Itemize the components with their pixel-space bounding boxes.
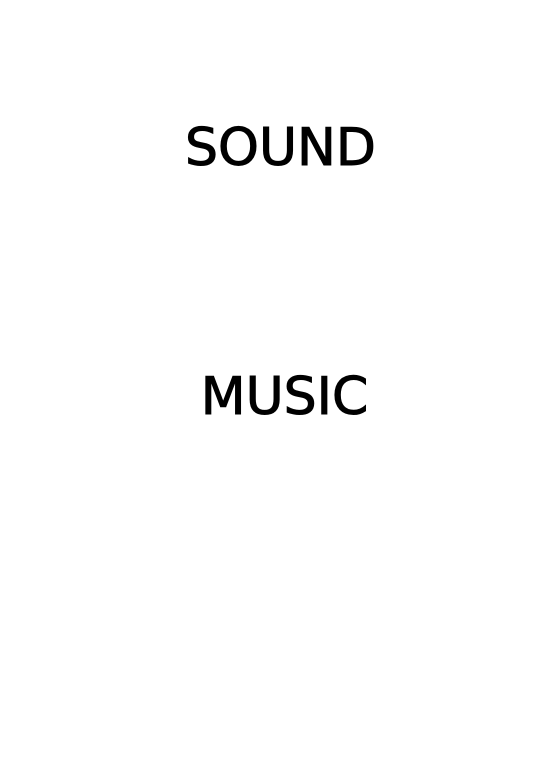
heading-sound: SOUND: [185, 118, 377, 178]
document-page: SOUND MUSIC: [0, 0, 559, 776]
heading-music: MUSIC: [200, 367, 369, 427]
